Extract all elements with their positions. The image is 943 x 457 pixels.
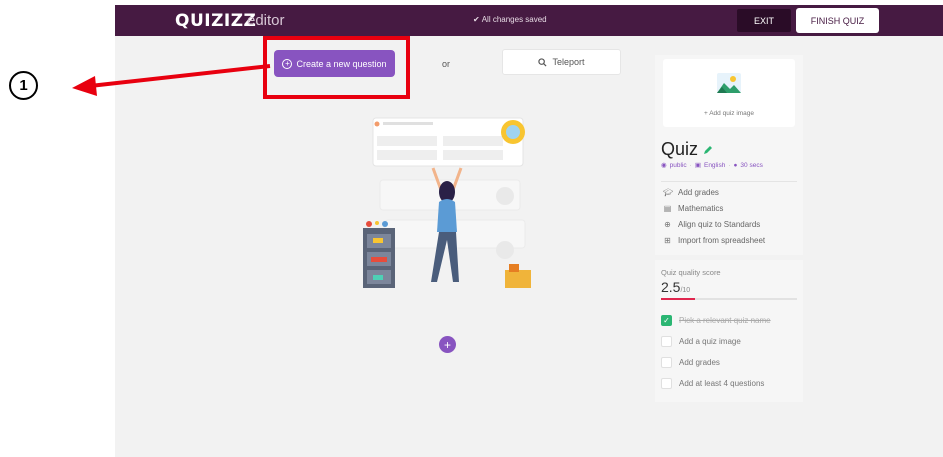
quality-score-bar [661, 298, 797, 300]
language-icon: ▣ [694, 162, 701, 169]
menu-item-label: Mathematics [678, 204, 724, 213]
teleport-button[interactable]: Teleport [502, 49, 621, 75]
quality-score-value: 2.5/10 [661, 279, 690, 295]
book-icon: ▤ [663, 204, 672, 213]
quizizz-logo[interactable]: QUIZIZZ [175, 11, 256, 31]
quiz-settings-card: + Add quiz image Quiz ◉ public · ▣ Engli… [655, 55, 803, 255]
quizizz-editor-app: QUIZIZZ editor ✔ All changes saved EXIT F… [115, 5, 943, 457]
task-item[interactable]: ✓ Pick a relevant quiz name [661, 315, 771, 326]
task-label: Add at least 4 questions [679, 379, 765, 388]
empty-state-illustration [363, 117, 531, 288]
or-separator: or [442, 59, 451, 69]
align-standards-menu-item[interactable]: ⊕ Align quiz to Standards [663, 220, 760, 229]
meta-separator: · [689, 161, 692, 169]
top-bar: QUIZIZZ editor ✔ All changes saved EXIT F… [115, 5, 943, 36]
exit-button[interactable]: EXIT [737, 9, 791, 32]
save-status: ✔ All changes saved [473, 15, 547, 24]
finish-quiz-button[interactable]: FINISH QUIZ [796, 8, 879, 33]
task-label: Pick a relevant quiz name [679, 316, 771, 325]
quality-score-fill [661, 298, 695, 300]
visibility-value[interactable]: public [670, 162, 687, 169]
menu-item-label: Align quiz to Standards [678, 220, 761, 229]
quality-score-label: Quiz quality score [661, 268, 721, 277]
quiz-title[interactable]: Quiz [661, 139, 713, 160]
checkbox-icon[interactable] [661, 357, 672, 368]
subject-menu-item[interactable]: ▤ Mathematics [663, 204, 724, 213]
meta-separator: · [728, 161, 731, 169]
divider [661, 181, 797, 182]
quiz-quality-card: Quiz quality score 2.5/10 ✓ Pick a relev… [655, 260, 803, 402]
quality-score-denominator: /10 [680, 287, 691, 294]
checkbox-checked-icon[interactable]: ✓ [661, 315, 672, 326]
add-grades-menu-item[interactable]: 🎓︎ Add grades [663, 188, 719, 197]
add-question-fab[interactable]: + [439, 336, 456, 353]
spreadsheet-icon: ⊞ [664, 236, 671, 245]
eye-icon: ◉ [661, 162, 667, 169]
menu-item-label: Import from spreadsheet [678, 236, 766, 245]
highlight-box [263, 36, 410, 99]
checkbox-icon[interactable] [661, 378, 672, 389]
check-icon: ✔ [473, 15, 480, 24]
editor-label: editor [247, 12, 285, 29]
task-item[interactable]: Add at least 4 questions [661, 378, 764, 389]
quiz-title-text: Quiz [661, 139, 699, 159]
timer-value[interactable]: 30 secs [740, 162, 762, 169]
save-status-text: All changes saved [481, 15, 547, 24]
task-label: Add a quiz image [679, 337, 741, 346]
task-item[interactable]: Add a quiz image [661, 336, 741, 347]
teleport-label: Teleport [552, 57, 585, 67]
step-number-badge: 1 [9, 71, 38, 100]
plus-icon: + [443, 337, 451, 352]
checkbox-icon[interactable] [661, 336, 672, 347]
import-spreadsheet-menu-item[interactable]: ⊞ Import from spreadsheet [663, 236, 765, 245]
language-value[interactable]: English [704, 162, 725, 169]
quiz-meta: ◉ public · ▣ English · ● 30 secs [661, 161, 763, 170]
add-quiz-image-label: + Add quiz image [703, 110, 755, 117]
graduation-cap-icon: 🎓︎ [663, 188, 674, 197]
menu-item-label: Add grades [678, 188, 719, 197]
task-label: Add grades [679, 358, 720, 367]
search-icon [538, 57, 547, 67]
image-placeholder-icon [717, 73, 741, 93]
target-icon: ⊕ [664, 220, 671, 229]
task-item[interactable]: Add grades [661, 357, 720, 368]
add-quiz-image-box[interactable]: + Add quiz image [663, 59, 795, 127]
screenshot-canvas: QUIZIZZ editor ✔ All changes saved EXIT F… [0, 0, 943, 457]
quality-score-number: 2.5 [661, 279, 681, 295]
pencil-icon[interactable] [703, 145, 713, 155]
clock-icon: ● [733, 161, 738, 169]
